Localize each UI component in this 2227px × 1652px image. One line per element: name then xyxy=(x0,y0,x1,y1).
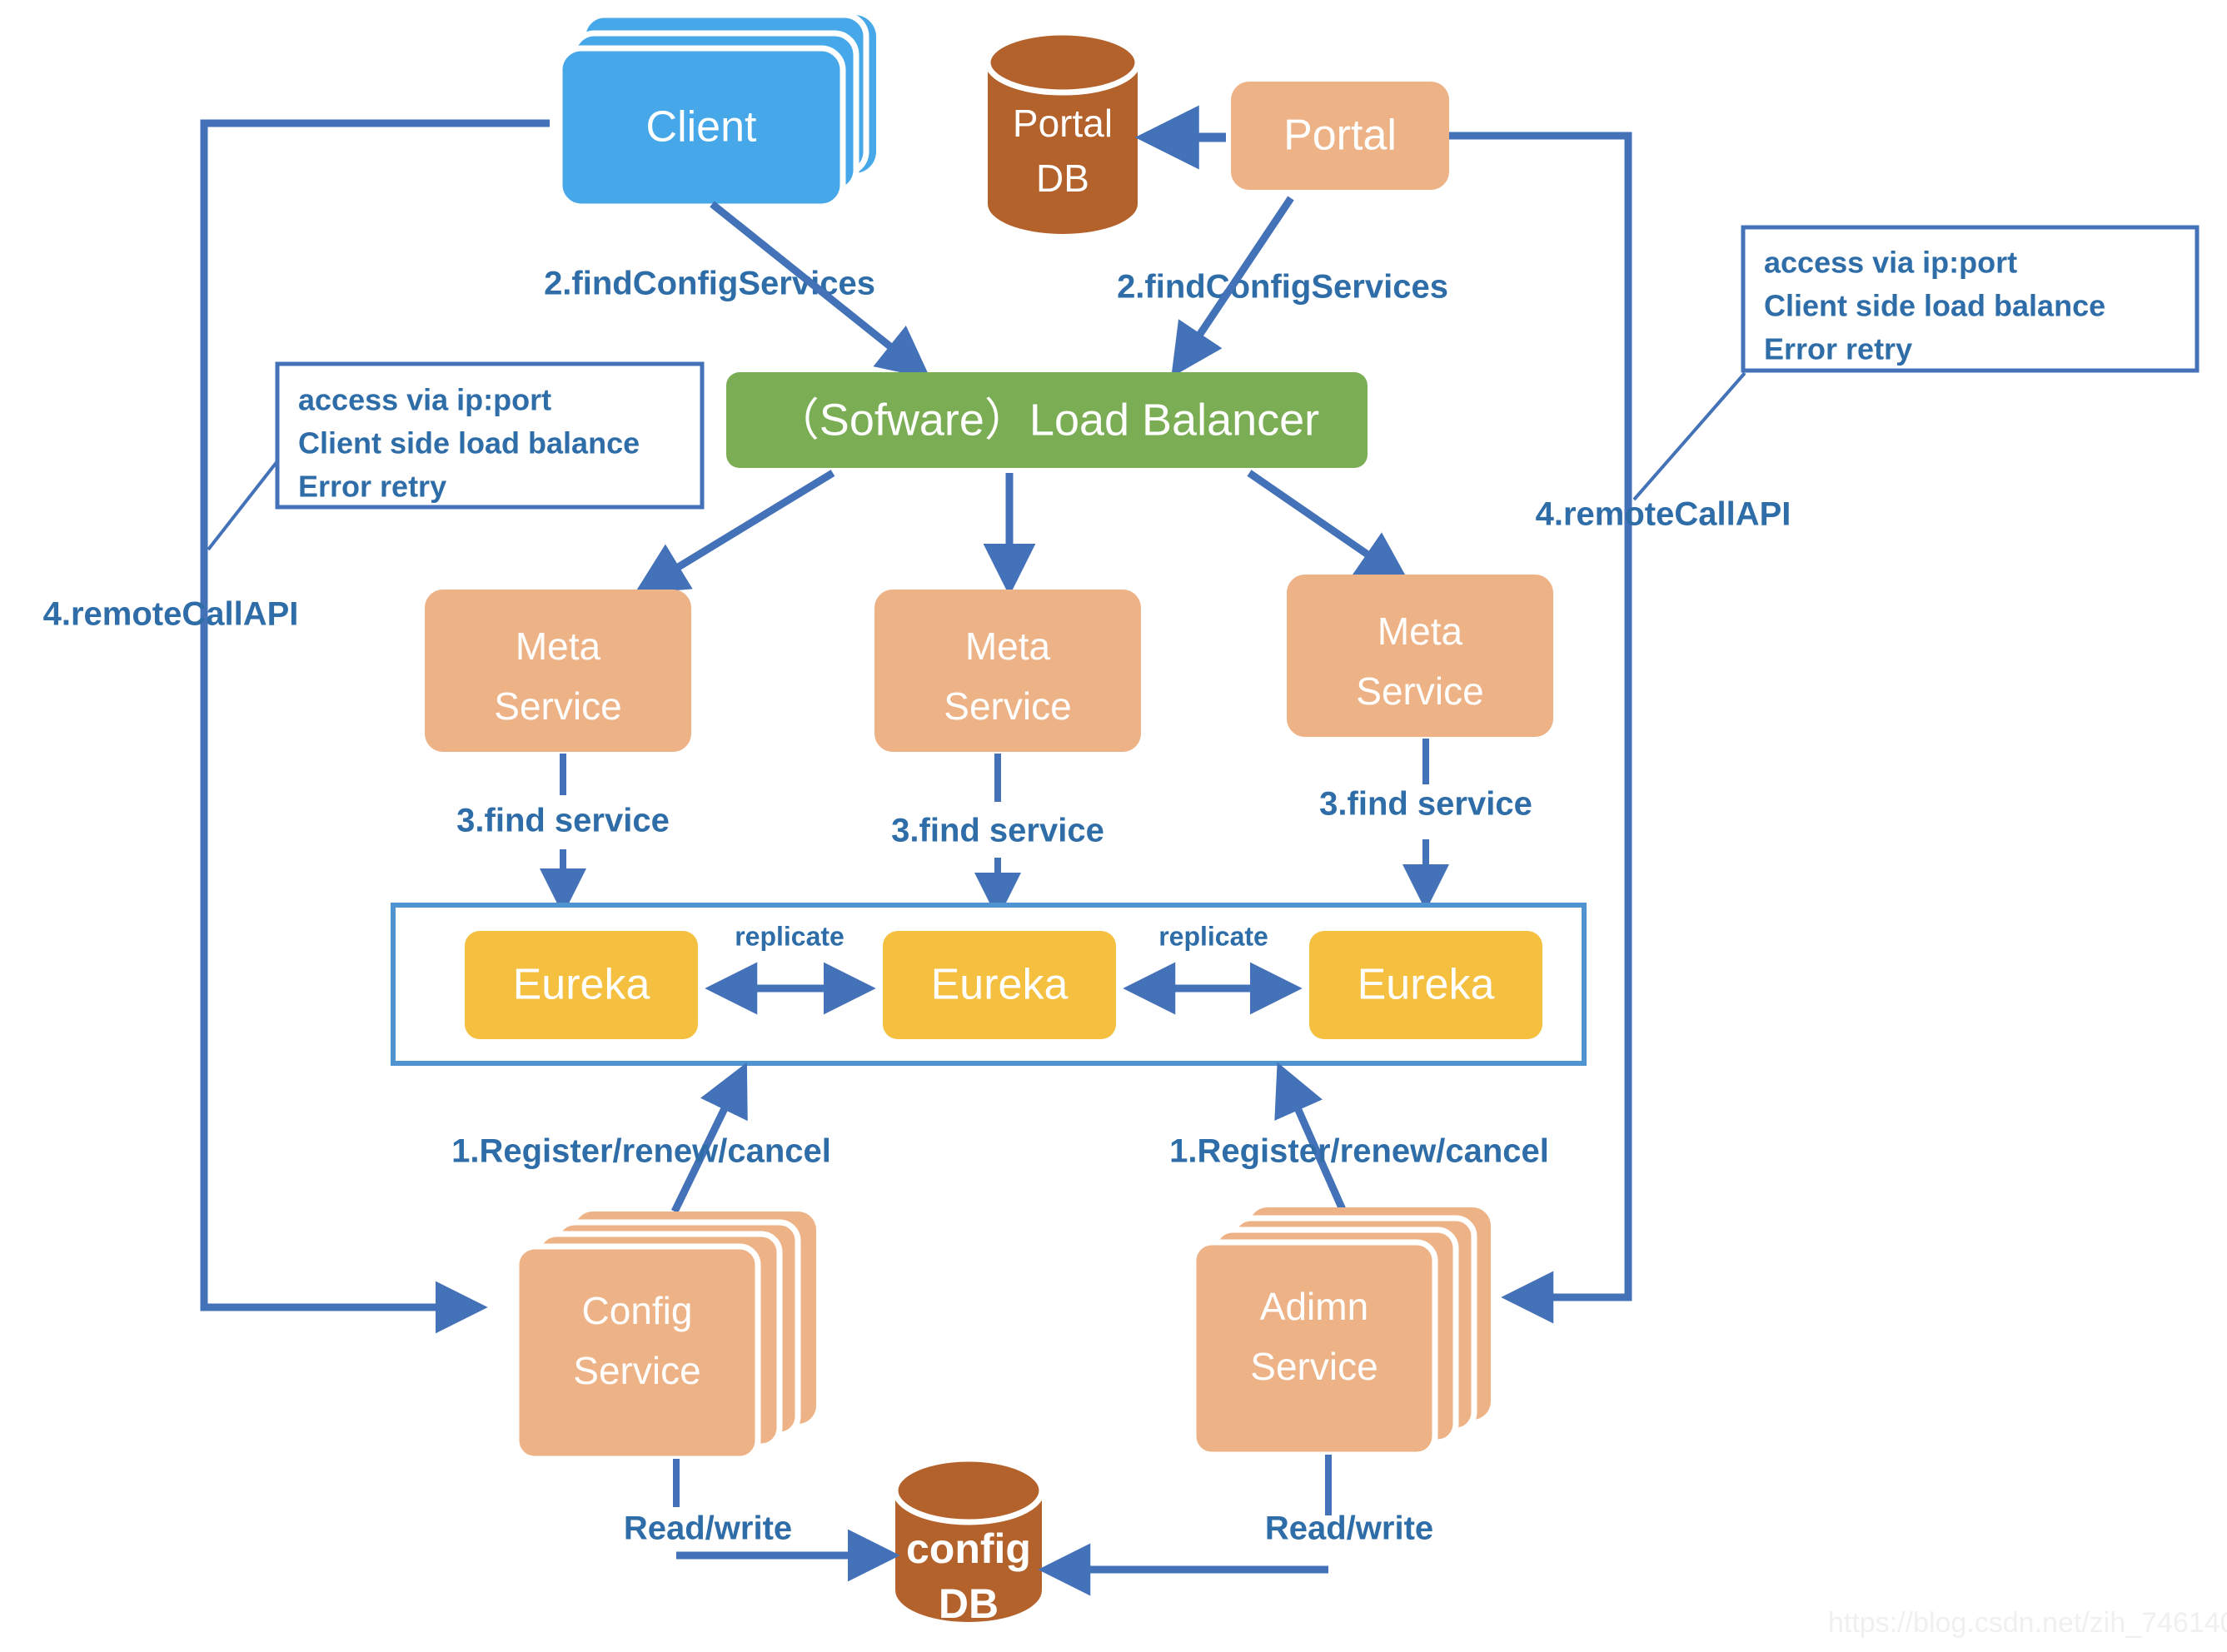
node-client[interactable]: Client xyxy=(556,12,876,210)
node-admin-service-label-1: Adimn xyxy=(1260,1285,1368,1328)
diagram-canvas: Client Portal DB Portal 2.findConfigServ… xyxy=(43,12,2227,1639)
architecture-diagram: Client Portal DB Portal 2.findConfigServ… xyxy=(0,0,2227,1652)
edge-label-register-left: 1.Register/renew/cancel xyxy=(451,1133,831,1170)
node-meta-service-3[interactable]: Meta Service xyxy=(1287,575,1553,737)
node-client-label: Client xyxy=(646,103,757,152)
node-meta-service-3-label-2: Service xyxy=(1356,669,1483,713)
edge-label-replicate-1: replicate xyxy=(735,921,844,951)
watermark-label: https://blog.csdn.net/zih_746140129 xyxy=(1828,1607,2227,1639)
node-eureka-3[interactable]: Eureka xyxy=(1309,931,1542,1039)
node-eureka-3-label: Eureka xyxy=(1358,961,1495,1009)
edge-label-find-service-1: 3.find service xyxy=(456,803,670,839)
edge-label-find-service-3: 3.find service xyxy=(1319,786,1532,823)
node-config-service-label-1: Config xyxy=(582,1289,693,1332)
edge-label-find-service-2: 3.find service xyxy=(891,813,1104,849)
node-portal-db[interactable]: Portal DB xyxy=(984,29,1141,234)
edge-label-register-right: 1.Register/renew/cancel xyxy=(1169,1133,1549,1170)
note-box-left-line-2: Client side load balance xyxy=(298,426,640,460)
note-box-right: access via ip:port Client side load bala… xyxy=(1632,225,2200,501)
node-meta-service-1-label-2: Service xyxy=(494,684,621,728)
node-config-db-label-2: DB xyxy=(939,1580,999,1627)
node-portal-label: Portal xyxy=(1283,112,1397,160)
edge-lb-to-meta-service-3 xyxy=(1247,470,1410,584)
note-box-left-line-3: Error retry xyxy=(298,470,446,504)
node-load-balancer-label: （Sofware）Load Balancer xyxy=(775,395,1319,445)
node-config-db[interactable]: config DB xyxy=(892,1455,1045,1627)
edge-label-remote-call-api-right: 4.remoteCallAPI xyxy=(1536,496,1791,533)
note-box-right-line-1: access via ip:port xyxy=(1764,246,2017,280)
node-eureka-1[interactable]: Eureka xyxy=(465,931,698,1039)
edge-label-find-config-services-right: 2.findConfigServices xyxy=(1117,269,1448,306)
node-admin-service[interactable]: Adimn Service xyxy=(1190,1207,1491,1458)
node-meta-service-1[interactable]: Meta Service xyxy=(425,590,691,752)
node-meta-service-2[interactable]: Meta Service xyxy=(874,590,1141,752)
node-eureka-2-label: Eureka xyxy=(931,961,1069,1009)
node-load-balancer[interactable]: （Sofware）Load Balancer xyxy=(726,372,1368,468)
node-meta-service-1-label-1: Meta xyxy=(516,624,601,668)
node-admin-service-label-2: Service xyxy=(1250,1345,1378,1388)
edge-label-remote-call-api-left: 4.remoteCallAPI xyxy=(43,596,299,633)
node-portal-db-label-1: Portal xyxy=(1013,102,1113,145)
edge-label-replicate-2: replicate xyxy=(1158,921,1268,951)
note-box-left-line-1: access via ip:port xyxy=(298,383,551,417)
node-meta-service-2-label-2: Service xyxy=(944,684,1071,728)
node-config-db-label-1: config xyxy=(906,1525,1031,1572)
node-eureka-2[interactable]: Eureka xyxy=(883,931,1116,1039)
node-meta-service-3-label-1: Meta xyxy=(1378,610,1463,653)
node-portal-db-label-2: DB xyxy=(1036,157,1089,200)
node-config-service[interactable]: Config Service xyxy=(513,1212,816,1462)
node-eureka-1-label: Eureka xyxy=(513,961,650,1009)
note-box-right-line-3: Error retry xyxy=(1764,332,1912,366)
edge-label-read-write-right: Read/write xyxy=(1265,1510,1433,1547)
node-portal[interactable]: Portal xyxy=(1231,82,1449,190)
node-config-service-label-2: Service xyxy=(573,1349,700,1392)
edge-label-read-write-left: Read/write xyxy=(624,1510,792,1547)
node-meta-service-2-label-1: Meta xyxy=(965,624,1051,668)
note-box-right-line-2: Client side load balance xyxy=(1764,289,2105,323)
note-box-left: access via ip:port Client side load bala… xyxy=(207,361,705,551)
